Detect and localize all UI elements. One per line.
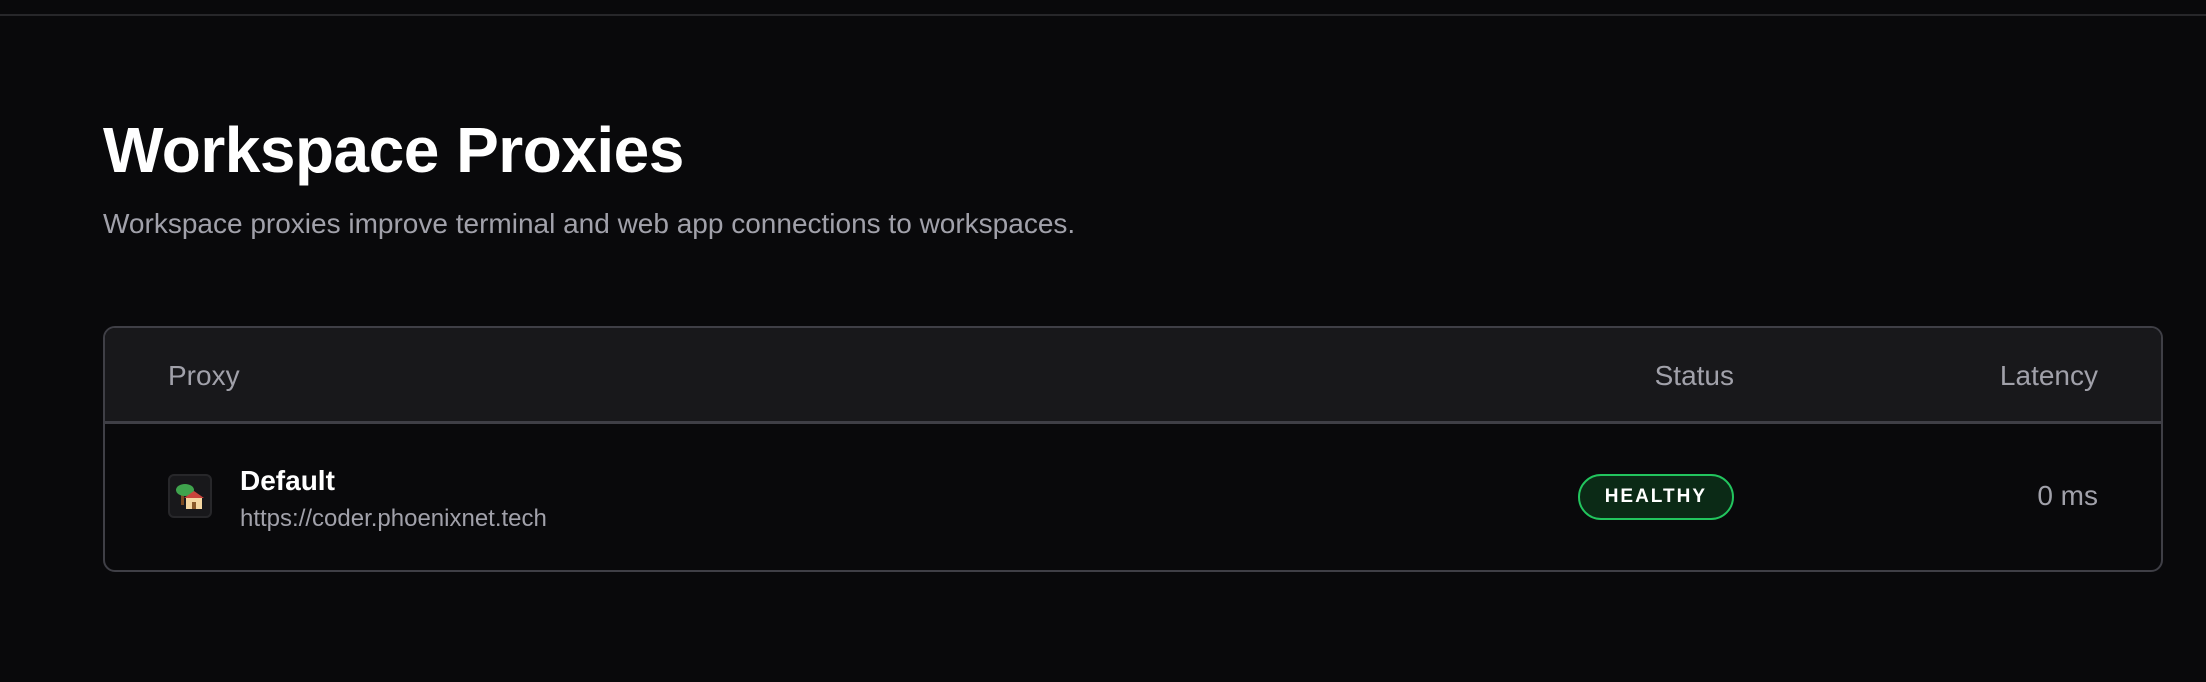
table-header: Proxy Status Latency (105, 328, 2161, 424)
house-tree-icon (168, 474, 212, 518)
column-header-proxy: Proxy (168, 360, 240, 391)
status-badge: HEALTHY (1577, 474, 1734, 520)
proxies-table: Proxy Status Latency Default https://cod… (103, 326, 2163, 572)
topbar-divider (0, 14, 2206, 16)
column-header-latency: Latency (1999, 360, 2098, 391)
proxy-name: Default (240, 465, 335, 496)
column-header-status: Status (1654, 360, 1734, 391)
proxy-url: https://coder.phoenixnet.tech (240, 505, 547, 532)
page-title: Workspace Proxies (103, 114, 684, 186)
table-row[interactable]: Default https://coder.phoenixnet.tech HE… (105, 424, 2161, 570)
latency-value: 0 ms (2037, 480, 2098, 511)
page-description: Workspace proxies improve terminal and w… (103, 208, 1076, 239)
